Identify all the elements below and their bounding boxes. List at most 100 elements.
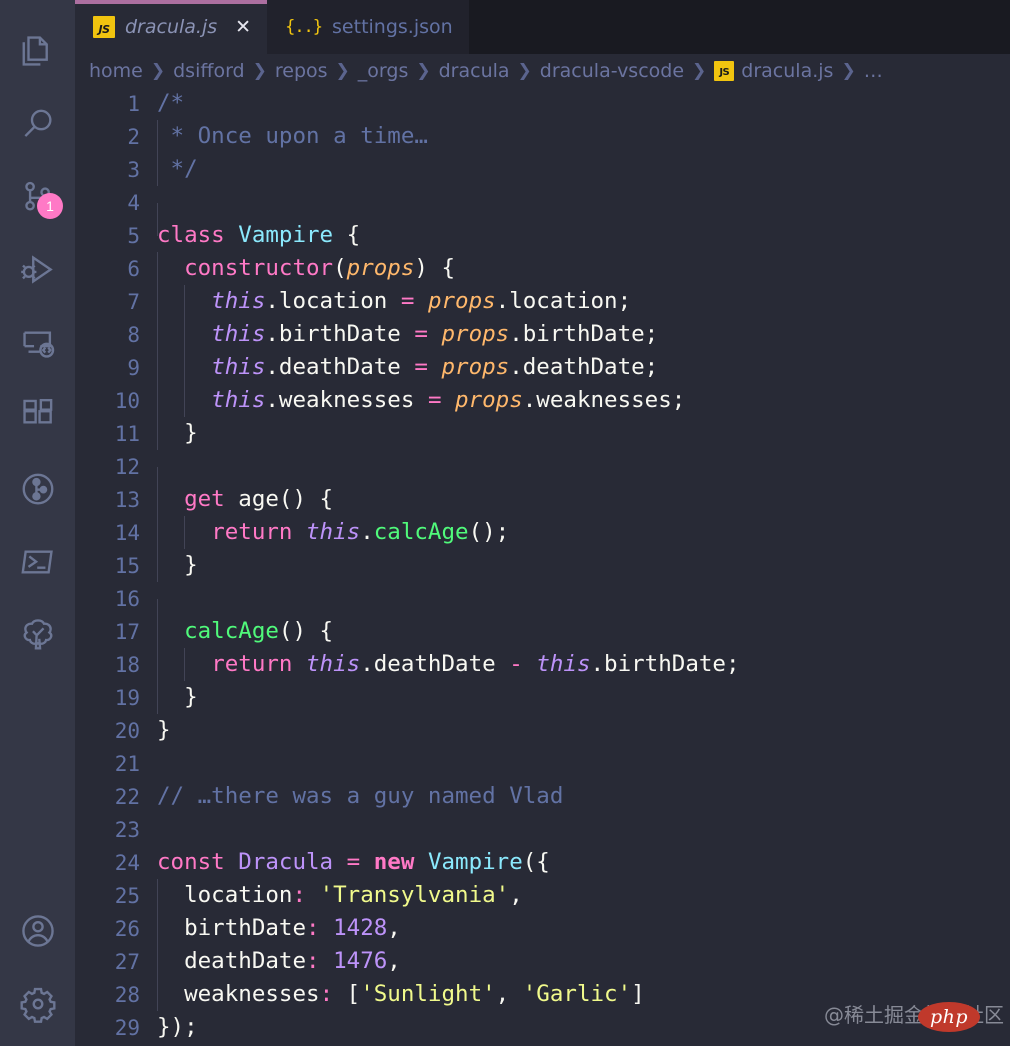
code-line[interactable]: 13 get age() { xyxy=(75,483,1010,516)
code-token: deathDate xyxy=(157,948,306,974)
sidebar-item-terminal[interactable] xyxy=(0,525,75,598)
sidebar-item-explorer[interactable] xyxy=(0,14,75,87)
sidebar-item-git-graph[interactable] xyxy=(0,452,75,525)
code-line[interactable]: 1/* xyxy=(75,87,1010,120)
line-number: 2 xyxy=(75,125,157,149)
code-line[interactable]: 19 } xyxy=(75,681,1010,714)
code-line[interactable]: 28 weaknesses: ['Sunlight', 'Garlic'] xyxy=(75,978,1010,1011)
code-line[interactable]: 5class Vampire { xyxy=(75,219,1010,252)
breadcrumb-item-dracula[interactable]: dracula xyxy=(439,60,510,82)
breadcrumb-label: dsifford xyxy=(173,60,245,82)
code-line[interactable]: 24const Dracula = new Vampire({ xyxy=(75,846,1010,879)
gear-icon xyxy=(19,985,57,1023)
indent-guide xyxy=(184,516,185,549)
line-number: 25 xyxy=(75,884,157,908)
code-token: [ xyxy=(333,981,360,1007)
code-token: : xyxy=(320,981,334,1007)
code-token xyxy=(157,255,184,281)
code-line[interactable]: 10 this.weaknesses = props.weaknesses; xyxy=(75,384,1010,417)
code-line[interactable]: 11 } xyxy=(75,417,1010,450)
code-line[interactable]: 14 return this.calcAge(); xyxy=(75,516,1010,549)
breadcrumb-label: dracula.js xyxy=(741,60,833,82)
sidebar-item-search[interactable] xyxy=(0,87,75,160)
tab-settings-json[interactable]: {..} settings.json xyxy=(267,0,469,54)
code-token: constructor xyxy=(184,255,333,281)
code-line[interactable]: 2 * Once upon a time… xyxy=(75,120,1010,153)
sidebar-item-source-control[interactable]: 1 xyxy=(0,160,75,233)
code-line[interactable]: 4 xyxy=(75,186,1010,219)
code-editor[interactable]: 1/*2 * Once upon a time…3 */45class Vamp… xyxy=(75,87,1010,1046)
line-number: 20 xyxy=(75,719,157,743)
code-token: } xyxy=(157,420,198,446)
breadcrumb-item-dracula-js[interactable]: JS dracula.js xyxy=(714,60,833,82)
line-number: 27 xyxy=(75,950,157,974)
code-token: return xyxy=(211,651,292,677)
code-line-text: this.deathDate = props.deathDate; xyxy=(157,351,1010,384)
indent-guide xyxy=(157,351,158,384)
code-line[interactable]: 7 this.location = props.location; xyxy=(75,285,1010,318)
breadcrumb-item-orgs[interactable]: _orgs xyxy=(358,60,409,82)
breadcrumb-item-dsifford[interactable]: dsifford xyxy=(173,60,245,82)
code-line[interactable]: 23 xyxy=(75,813,1010,846)
code-line[interactable]: 26 birthDate: 1428, xyxy=(75,912,1010,945)
indent-guide xyxy=(157,648,158,681)
code-line-text: } xyxy=(157,681,1010,714)
tab-dracula-js[interactable]: JS dracula.js ✕ xyxy=(75,0,267,54)
code-token: ] xyxy=(631,981,645,1007)
indent-guide xyxy=(157,879,158,912)
code-line-text: calcAge() { xyxy=(157,615,1010,648)
code-token: 1476 xyxy=(333,948,387,974)
code-token: { xyxy=(333,222,360,248)
code-line[interactable]: 22// …there was a guy named Vlad xyxy=(75,780,1010,813)
code-line-text: } xyxy=(157,714,1010,747)
indent-guide xyxy=(184,384,185,417)
sidebar-item-accounts[interactable] xyxy=(0,894,75,967)
chevron-right-icon: ❯ xyxy=(833,61,863,81)
close-icon[interactable]: ✕ xyxy=(235,18,251,37)
sidebar-item-run-and-debug[interactable] xyxy=(0,233,75,306)
code-token: 'Transylvania' xyxy=(320,882,510,908)
activity-bar: 1 xyxy=(0,0,75,1046)
breadcrumb-item-dracula-vscode[interactable]: dracula-vscode xyxy=(540,60,684,82)
code-line[interactable]: 29}); xyxy=(75,1011,1010,1044)
code-token: 'Sunlight' xyxy=(360,981,495,1007)
code-line[interactable]: 9 this.deathDate = props.deathDate; xyxy=(75,351,1010,384)
sidebar-item-testing[interactable] xyxy=(0,598,75,671)
code-line[interactable]: 15 } xyxy=(75,549,1010,582)
tab-label: dracula.js xyxy=(125,16,217,38)
sidebar-item-manage-settings[interactable] xyxy=(0,967,75,1040)
code-line[interactable]: 16 xyxy=(75,582,1010,615)
sidebar-item-remote-explorer[interactable] xyxy=(0,306,75,379)
code-token: , xyxy=(387,948,401,974)
account-icon xyxy=(19,912,57,950)
code-line[interactable]: 12 xyxy=(75,450,1010,483)
code-line[interactable]: 3 */ xyxy=(75,153,1010,186)
sidebar-item-extensions[interactable] xyxy=(0,379,75,452)
line-number: 1 xyxy=(75,92,157,116)
code-line[interactable]: 18 return this.deathDate - this.birthDat… xyxy=(75,648,1010,681)
code-line[interactable]: 27 deathDate: 1476, xyxy=(75,945,1010,978)
indent-guide xyxy=(157,978,158,1011)
breadcrumb-item-home[interactable]: home xyxy=(89,60,143,82)
code-token: ({ xyxy=(523,849,550,875)
code-line[interactable]: 21 xyxy=(75,747,1010,780)
breadcrumb-label: home xyxy=(89,60,143,82)
code-token: this xyxy=(211,387,265,413)
code-line-text: return this.calcAge(); xyxy=(157,516,1010,549)
indent-guide xyxy=(157,318,158,351)
indent-guide xyxy=(157,945,158,978)
code-token: props xyxy=(455,387,523,413)
code-token: 'Garlic' xyxy=(523,981,631,1007)
code-token: weaknesses xyxy=(157,981,320,1007)
code-line-text: location: 'Transylvania', xyxy=(157,879,1010,912)
code-token: birthDate xyxy=(157,915,306,941)
breadcrumb-item-symbol-overflow[interactable]: … xyxy=(864,60,883,82)
code-line[interactable]: 8 this.birthDate = props.birthDate; xyxy=(75,318,1010,351)
code-line[interactable]: 20} xyxy=(75,714,1010,747)
code-line[interactable]: 6 constructor(props) { xyxy=(75,252,1010,285)
code-token: : xyxy=(306,915,320,941)
code-line[interactable]: 25 location: 'Transylvania', xyxy=(75,879,1010,912)
code-line[interactable]: 17 calcAge() { xyxy=(75,615,1010,648)
breadcrumb-item-repos[interactable]: repos xyxy=(275,60,328,82)
code-token: this xyxy=(211,288,265,314)
